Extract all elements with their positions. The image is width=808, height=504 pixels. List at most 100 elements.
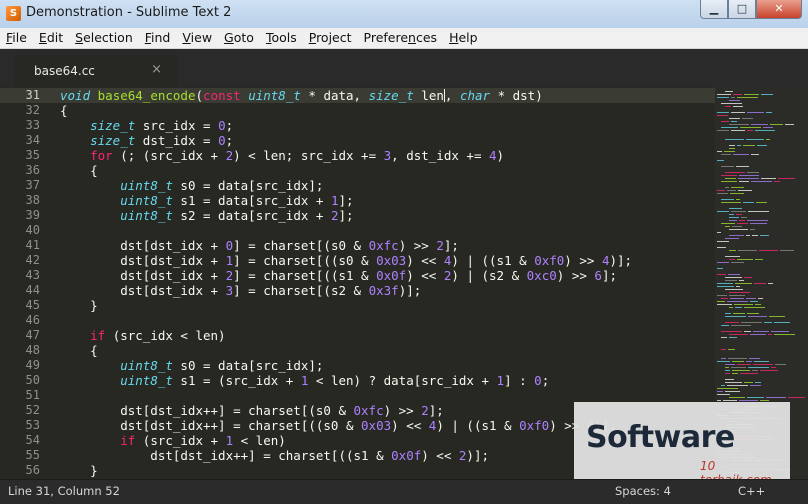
minimap-line [788,397,805,398]
code-line[interactable]: dst[dst_idx + 2] = charset[((s1 & 0x0f) … [60,268,617,283]
minimap-line [717,97,729,98]
code-line[interactable]: void base64_encode(const uint8_t * data,… [60,88,543,103]
tab-base64-cc[interactable]: base64.cc × [14,55,178,87]
minimap-line [752,235,758,236]
minimap-line [728,358,747,359]
minimap-line [729,334,748,335]
menu-tools[interactable]: Tools [260,28,303,48]
watermark: Software 10 terbaik.com [574,402,790,487]
minimap-line [721,175,737,176]
indentation-setting[interactable]: Spaces: 4 [615,484,671,498]
code-line[interactable]: for (; (src_idx + 2) < len; src_idx += 3… [60,148,504,163]
minimap-line [746,235,750,236]
code-line[interactable]: uint8_t s0 = data[src_idx]; [60,358,323,373]
maximize-button[interactable]: □ [728,0,756,19]
menu-file[interactable]: File [0,28,33,48]
minimap-line [717,241,729,242]
syntax-selector[interactable]: C++ [738,484,765,498]
minimap-line [727,385,748,386]
code-line[interactable]: size_t dst_idx = 0; [60,133,233,148]
minimap-line [717,247,726,248]
menu-goto[interactable]: Goto [218,28,260,48]
minimap-line [738,250,757,251]
menu-project[interactable]: Project [303,28,358,48]
code-line[interactable]: uint8_t s0 = data[src_idx]; [60,178,323,193]
minimap-line [717,283,733,284]
minimap-line [744,331,751,332]
minimap-line [739,175,759,176]
minimap-line [750,223,767,224]
code-line[interactable]: uint8_t s2 = data[src_idx + 2]; [60,208,353,223]
minimap-line [739,280,744,281]
minimap-line [721,121,729,122]
minimap-line [729,259,735,260]
minimap-line [755,382,761,383]
code-line[interactable]: dst[dst_idx + 0] = charset[(s0 & 0xfc) >… [60,238,459,253]
minimap-line [736,214,742,215]
minimap-line [717,304,732,305]
minimap-line [747,220,768,221]
title-bar: S Demonstration - Sublime Text 2 ▁ □ ✕ [0,0,808,29]
minimap-line [729,124,749,125]
minimap-line [769,316,785,317]
code-line[interactable]: size_t src_idx = 0; [60,118,233,133]
minimap-line [723,400,737,401]
minimap-line [721,199,734,200]
minimap-line [748,316,767,317]
code-line[interactable]: uint8_t s1 = (src_idx + 1 < len) ? data[… [60,373,549,388]
code-line[interactable]: { [60,103,68,118]
minimap-line [729,208,742,209]
code-line[interactable]: { [60,343,98,358]
code-line[interactable]: uint8_t s1 = data[src_idx + 1]; [60,193,353,208]
menu-find[interactable]: Find [139,28,177,48]
minimap-line [725,316,746,317]
code-line[interactable]: dst[dst_idx + 3] = charset[(s2 & 0x3f)]; [60,283,421,298]
menu-help[interactable]: Help [443,28,484,48]
minimap-line [739,181,749,182]
minimap-line [725,139,744,140]
minimap-line [717,193,728,194]
minimap-line [746,139,764,140]
code-line[interactable]: } [60,463,98,478]
minimap-line [732,370,750,371]
minimap-line [734,304,753,305]
code-line[interactable]: dst[dst_idx++] = charset[((s0 & 0x03) <<… [60,418,617,433]
minimap-line [744,382,753,383]
code-line[interactable]: if (src_idx + 1 < len) [60,433,286,448]
minimap-line [752,370,758,371]
code-line[interactable]: dst[dst_idx + 1] = charset[((s0 & 0x03) … [60,253,632,268]
minimap-line [747,172,759,173]
line-number: 43 [25,268,40,282]
code-line[interactable]: { [60,163,98,178]
minimize-button[interactable]: ▁ [700,0,728,19]
minimap-line [729,292,750,293]
menu-edit[interactable]: Edit [33,28,69,48]
tab-close-icon[interactable]: × [151,62,162,77]
code-line[interactable]: dst[dst_idx++] = charset[((s1 & 0x0f) <<… [60,448,489,463]
minimap-line [744,277,752,278]
minimap-line [717,268,723,269]
menu-preferences[interactable]: Preferences [358,28,444,48]
line-number: 42 [25,253,40,267]
line-number: 39 [25,208,40,222]
code-line[interactable]: if (src_idx < len) [60,328,225,343]
minimap-line [717,394,730,395]
minimap-line [727,190,736,191]
minimap-line [766,112,772,113]
minimap-line [717,274,726,275]
code-line[interactable]: } [60,298,98,313]
minimap-line [725,391,740,392]
sublime-app-icon: S [6,6,21,21]
minimap-line [737,145,741,146]
minimap-line [717,286,734,287]
minimap-line [721,325,729,326]
line-number: 34 [25,133,40,147]
close-button[interactable]: ✕ [756,0,802,19]
menu-view[interactable]: View [176,28,218,48]
minimap-line [717,262,729,263]
minimap-line [760,235,769,236]
minimap-line [774,334,795,335]
code-line[interactable]: dst[dst_idx++] = charset[(s0 & 0xfc) >> … [60,403,444,418]
menu-selection[interactable]: Selection [69,28,139,48]
minimap-line [724,151,735,152]
